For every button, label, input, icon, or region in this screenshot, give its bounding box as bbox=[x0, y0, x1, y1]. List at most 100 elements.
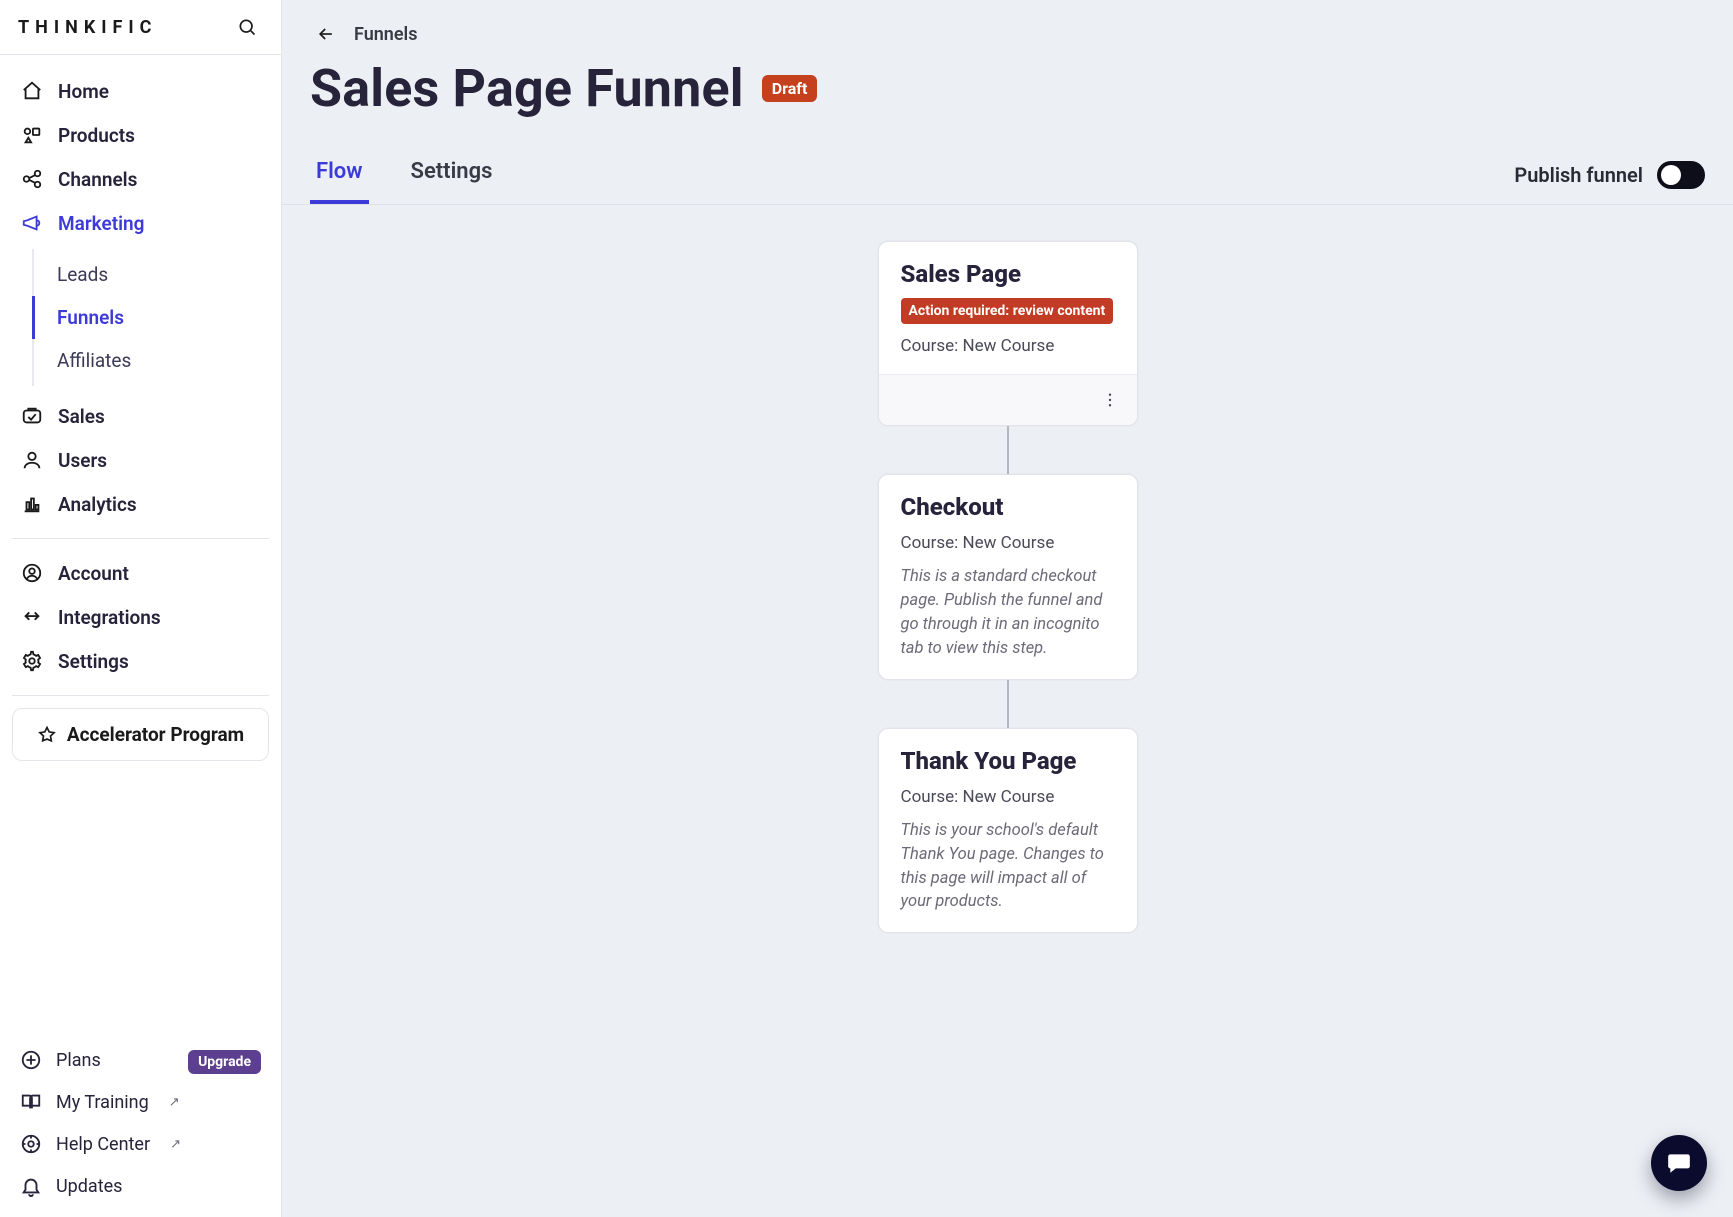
chat-icon bbox=[1666, 1150, 1692, 1176]
sidebar-item-products[interactable]: Products bbox=[6, 113, 275, 157]
toggle-knob bbox=[1661, 165, 1681, 185]
breadcrumb-link-funnels[interactable]: Funnels bbox=[354, 24, 417, 45]
card-title: Sales Page bbox=[901, 260, 1115, 288]
sidebar-item-label: Products bbox=[58, 124, 135, 147]
nav-divider bbox=[12, 695, 269, 696]
connector bbox=[1007, 426, 1009, 474]
card-body: Sales Page Action required: review conte… bbox=[879, 242, 1137, 374]
app-root: THINKIFIC Home Products bbox=[0, 0, 1733, 1217]
tab-flow[interactable]: Flow bbox=[310, 145, 369, 204]
sales-icon bbox=[20, 404, 44, 428]
external-icon: ↗ bbox=[170, 1137, 181, 1152]
brandbar: THINKIFIC bbox=[0, 0, 281, 55]
subnav-item-funnels[interactable]: Funnels bbox=[32, 296, 275, 339]
sidebar-item-label: Sales bbox=[58, 405, 105, 428]
publish-control: Publish funnel bbox=[1514, 161, 1705, 189]
marketing-subnav: Leads Funnels Affiliates bbox=[32, 249, 275, 386]
page-title: Sales Page Funnel bbox=[310, 58, 744, 119]
flow-card-checkout[interactable]: Checkout Course: New Course This is a st… bbox=[878, 474, 1138, 680]
sidebar-item-label: Users bbox=[58, 449, 107, 472]
card-note: This is a standard checkout page. Publis… bbox=[901, 565, 1115, 661]
sidebar-footer: Plans Upgrade My Training ↗ Help Center … bbox=[0, 1033, 281, 1217]
card-note: This is your school's default Thank You … bbox=[901, 819, 1115, 915]
footer-item-my-training[interactable]: My Training ↗ bbox=[6, 1081, 275, 1123]
publish-label: Publish funnel bbox=[1514, 163, 1643, 187]
nav-divider bbox=[12, 538, 269, 539]
sidebar-item-users[interactable]: Users bbox=[6, 438, 275, 482]
channels-icon bbox=[20, 167, 44, 191]
star-icon bbox=[37, 725, 57, 745]
megaphone-icon bbox=[20, 211, 44, 235]
accelerator-label: Accelerator Program bbox=[67, 723, 244, 746]
sidebar-item-label: Analytics bbox=[58, 493, 137, 516]
card-title: Checkout bbox=[901, 493, 1115, 521]
primary-nav: Home Products Channels Marketing bbox=[0, 55, 281, 777]
sidebar-item-label: Integrations bbox=[58, 606, 161, 629]
action-required-badge: Action required: review content bbox=[901, 298, 1114, 324]
sidebar-item-home[interactable]: Home bbox=[6, 69, 275, 113]
plans-icon bbox=[20, 1049, 42, 1071]
bell-icon bbox=[20, 1175, 42, 1197]
sidebar-item-analytics[interactable]: Analytics bbox=[6, 482, 275, 526]
tab-settings[interactable]: Settings bbox=[405, 145, 499, 204]
sidebar-item-label: Account bbox=[58, 562, 129, 585]
footer-item-label: Updates bbox=[56, 1176, 122, 1197]
footer-item-label: My Training bbox=[56, 1092, 149, 1113]
analytics-icon bbox=[20, 492, 44, 516]
card-meta: Course: New Course bbox=[901, 533, 1115, 553]
search-icon bbox=[237, 17, 257, 37]
accelerator-button[interactable]: Accelerator Program bbox=[12, 708, 269, 761]
sidebar-item-channels[interactable]: Channels bbox=[6, 157, 275, 201]
home-icon bbox=[20, 79, 44, 103]
main: Funnels Sales Page Funnel Draft Flow Set… bbox=[282, 0, 1733, 1217]
footer-item-label: Help Center bbox=[56, 1134, 150, 1155]
flow-card-sales-page[interactable]: Sales Page Action required: review conte… bbox=[878, 241, 1138, 426]
sidebar: THINKIFIC Home Products bbox=[0, 0, 282, 1217]
card-title: Thank You Page bbox=[901, 747, 1115, 775]
products-icon bbox=[20, 123, 44, 147]
users-icon bbox=[20, 448, 44, 472]
subnav-item-affiliates[interactable]: Affiliates bbox=[32, 339, 275, 382]
footer-item-plans[interactable]: Plans Upgrade bbox=[6, 1039, 275, 1081]
external-icon: ↗ bbox=[169, 1095, 180, 1110]
footer-item-updates[interactable]: Updates bbox=[6, 1165, 275, 1207]
card-meta: Course: New Course bbox=[901, 787, 1115, 807]
flow-canvas: Sales Page Action required: review conte… bbox=[282, 205, 1733, 1217]
book-icon bbox=[20, 1091, 42, 1113]
footer-item-label: Plans bbox=[56, 1050, 101, 1071]
brand-logo: THINKIFIC bbox=[18, 17, 157, 38]
sidebar-item-account[interactable]: Account bbox=[6, 551, 275, 595]
card-footer bbox=[879, 374, 1137, 425]
sidebar-item-label: Home bbox=[58, 80, 109, 103]
subnav-item-leads[interactable]: Leads bbox=[32, 253, 275, 296]
card-body: Thank You Page Course: New Course This i… bbox=[879, 729, 1137, 933]
sidebar-item-settings[interactable]: Settings bbox=[6, 639, 275, 683]
kebab-icon bbox=[1101, 391, 1119, 409]
sidebar-item-marketing[interactable]: Marketing bbox=[6, 201, 275, 245]
publish-toggle[interactable] bbox=[1657, 161, 1705, 189]
card-menu-button[interactable] bbox=[1095, 385, 1125, 415]
back-button[interactable] bbox=[310, 18, 342, 50]
account-icon bbox=[20, 561, 44, 585]
integrations-icon bbox=[20, 605, 44, 629]
tabs-row: Flow Settings Publish funnel bbox=[282, 145, 1733, 205]
status-badge: Draft bbox=[762, 75, 818, 102]
sidebar-item-integrations[interactable]: Integrations bbox=[6, 595, 275, 639]
arrow-left-icon bbox=[316, 24, 336, 44]
footer-item-help-center[interactable]: Help Center ↗ bbox=[6, 1123, 275, 1165]
chat-launcher[interactable] bbox=[1651, 1135, 1707, 1191]
gear-icon bbox=[20, 649, 44, 673]
search-button[interactable] bbox=[231, 11, 263, 43]
upgrade-badge[interactable]: Upgrade bbox=[188, 1050, 261, 1074]
help-icon bbox=[20, 1133, 42, 1155]
tabs: Flow Settings bbox=[310, 145, 498, 204]
flow-card-thank-you[interactable]: Thank You Page Course: New Course This i… bbox=[878, 728, 1138, 934]
breadcrumb: Funnels bbox=[282, 0, 1733, 54]
sidebar-item-label: Marketing bbox=[58, 212, 144, 235]
card-body: Checkout Course: New Course This is a st… bbox=[879, 475, 1137, 679]
connector bbox=[1007, 680, 1009, 728]
title-row: Sales Page Funnel Draft bbox=[282, 54, 1733, 129]
flow-column: Sales Page Action required: review conte… bbox=[878, 241, 1138, 933]
sidebar-item-label: Settings bbox=[58, 650, 129, 673]
sidebar-item-sales[interactable]: Sales bbox=[6, 394, 275, 438]
